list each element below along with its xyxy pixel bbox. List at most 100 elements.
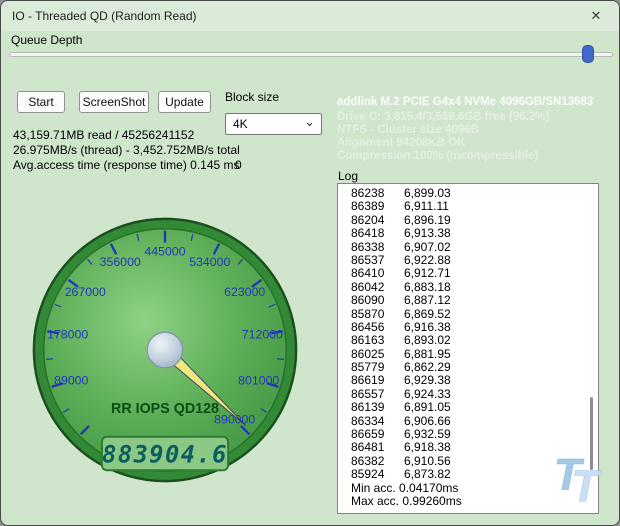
close-icon: ✕ — [591, 8, 602, 24]
log-cell: 6,932.59 — [404, 428, 451, 441]
log-cell: 6,862.29 — [404, 361, 451, 374]
log-cell: 6,887.12 — [404, 294, 451, 307]
block-size-value: 4K — [233, 117, 248, 131]
log-cell: 85779 — [351, 361, 404, 374]
log-row: 861636,893.02 — [338, 334, 598, 347]
log-row: 860906,887.12 — [338, 294, 598, 307]
log-cell: 6,911.11 — [404, 200, 449, 213]
iops-gauge: RR IOPS QD128 89000178000267000356000445… — [27, 212, 303, 488]
log-row: 860256,881.95 — [338, 348, 598, 361]
log-row: 866196,929.38 — [338, 374, 598, 387]
log-row: 864106,912.71 — [338, 267, 598, 280]
log-cell: 6,881.95 — [404, 348, 451, 361]
log-cell: 6,918.38 — [404, 441, 451, 454]
log-cell: 6,896.19 — [404, 214, 451, 227]
log-cell: 86238 — [351, 187, 404, 200]
counter-value: 0 — [235, 158, 242, 172]
log-cell: 6,907.02 — [404, 241, 451, 254]
update-button[interactable]: Update — [158, 91, 211, 113]
drive-capacity-label: Drive C: 3,815.4/3,669.6GB free (96.2%) — [337, 111, 549, 123]
gauge-minor-tick — [46, 359, 53, 360]
log-label: Log — [338, 169, 358, 183]
block-size-select[interactable]: 4K ⌄ — [225, 113, 322, 135]
gauge-tick-label: 712000 — [242, 328, 283, 342]
log-row: 863896,911.11 — [338, 200, 598, 213]
log-cell: 86481 — [351, 441, 404, 454]
log-cell: 86619 — [351, 374, 404, 387]
gauge-tick-label: 801000 — [238, 373, 279, 387]
log-row: 858706,869.52 — [338, 308, 598, 321]
log-cell: 86659 — [351, 428, 404, 441]
log-row: 862386,899.03 — [338, 187, 598, 200]
log-cell: 6,922.88 — [404, 254, 451, 267]
log-cell: 6,924.33 — [404, 388, 451, 401]
title-bar: IO - Threaded QD (Random Read) ✕ — [1, 1, 619, 31]
drive-model-label: addlink M.2 PCIE G4x4 NVMe 4096GB/SN1368… — [337, 96, 593, 108]
log-cell: 86537 — [351, 254, 404, 267]
gauge-tick-label: 623000 — [224, 285, 265, 299]
log-cell: 6,869.52 — [404, 308, 451, 321]
compression-label: Compression 100% (Incompressible) — [337, 150, 538, 162]
log-cell: 6,883.18 — [404, 281, 451, 294]
log-cell: 86025 — [351, 348, 404, 361]
log-cell: 86382 — [351, 455, 404, 468]
log-cell: 85870 — [351, 308, 404, 321]
log-cell: 86410 — [351, 267, 404, 280]
start-button[interactable]: Start — [17, 91, 65, 113]
gauge-hub — [147, 332, 182, 367]
queue-depth-slider[interactable] — [9, 45, 613, 63]
log-cell: 86204 — [351, 214, 404, 227]
alignment-label: Alignment 94208KB OK — [337, 137, 465, 149]
close-button[interactable]: ✕ — [573, 1, 619, 31]
slider-thumb[interactable] — [582, 45, 594, 63]
log-row: 865576,924.33 — [338, 388, 598, 401]
log-cell: 6,929.38 — [404, 374, 451, 387]
log-cell: Max acc. 0.99260ms — [351, 495, 462, 508]
log-row: 863346,906.66 — [338, 415, 598, 428]
window-title: IO - Threaded QD (Random Read) — [12, 9, 197, 23]
log-cell: 6,912.71 — [404, 267, 451, 280]
log-cell: 6,913.38 — [404, 227, 451, 240]
log-cell: 6,916.38 — [404, 321, 451, 334]
log-cell: 86418 — [351, 227, 404, 240]
log-cell: 6,906.66 — [404, 415, 451, 428]
gauge-value-display: 883904.6 — [102, 440, 228, 468]
gauge-minor-tick — [277, 359, 284, 360]
gauge-tick-label: 178000 — [47, 328, 88, 342]
log-cell: 86163 — [351, 334, 404, 347]
log-cell: 6,893.02 — [404, 334, 451, 347]
log-cell: 6,891.05 — [404, 401, 451, 414]
log-cell: 86389 — [351, 200, 404, 213]
log-cell: 86338 — [351, 241, 404, 254]
filesystem-label: NTFS - Cluster size 4096B — [337, 124, 479, 136]
log-cell: 86042 — [351, 281, 404, 294]
log-row: 861396,891.05 — [338, 401, 598, 414]
throughput-stat: 26.975MB/s (thread) - 3,452.752MB/s tota… — [13, 143, 240, 157]
log-row: 862046,896.19 — [338, 214, 598, 227]
log-cell: 86139 — [351, 401, 404, 414]
gauge-tick-label: 356000 — [100, 255, 141, 269]
log-row: 860426,883.18 — [338, 281, 598, 294]
log-cell: 86334 — [351, 415, 404, 428]
app-window: IO - Threaded QD (Random Read) ✕ Queue D… — [0, 0, 620, 526]
log-row: 864566,916.38 — [338, 321, 598, 334]
log-row: 864186,913.38 — [338, 227, 598, 240]
log-cell: 86456 — [351, 321, 404, 334]
bytes-read-stat: 43,159.71MB read / 45256241152 — [13, 128, 194, 142]
tweaktown-logo-front-t: T — [571, 462, 602, 508]
log-cell: 6,873.82 — [404, 468, 451, 481]
log-row: 863386,907.02 — [338, 241, 598, 254]
gauge-tick-label: 89000 — [54, 373, 88, 387]
log-cell: Min acc. 0.04170ms — [351, 482, 458, 495]
gauge-tick-label: 534000 — [189, 255, 230, 269]
screenshot-button[interactable]: ScreenShot — [79, 91, 149, 113]
log-row: 857796,862.29 — [338, 361, 598, 374]
access-time-stat: Avg.access time (response time) 0.145 ms — [13, 158, 240, 172]
block-size-label: Block size — [225, 90, 279, 104]
log-cell: 85924 — [351, 468, 404, 481]
gauge-tick-label: 445000 — [144, 244, 185, 258]
log-cell: 86557 — [351, 388, 404, 401]
slider-groove[interactable] — [9, 52, 613, 57]
chevron-down-icon: ⌄ — [304, 114, 315, 130]
gauge-tick-label: 267000 — [65, 285, 106, 299]
